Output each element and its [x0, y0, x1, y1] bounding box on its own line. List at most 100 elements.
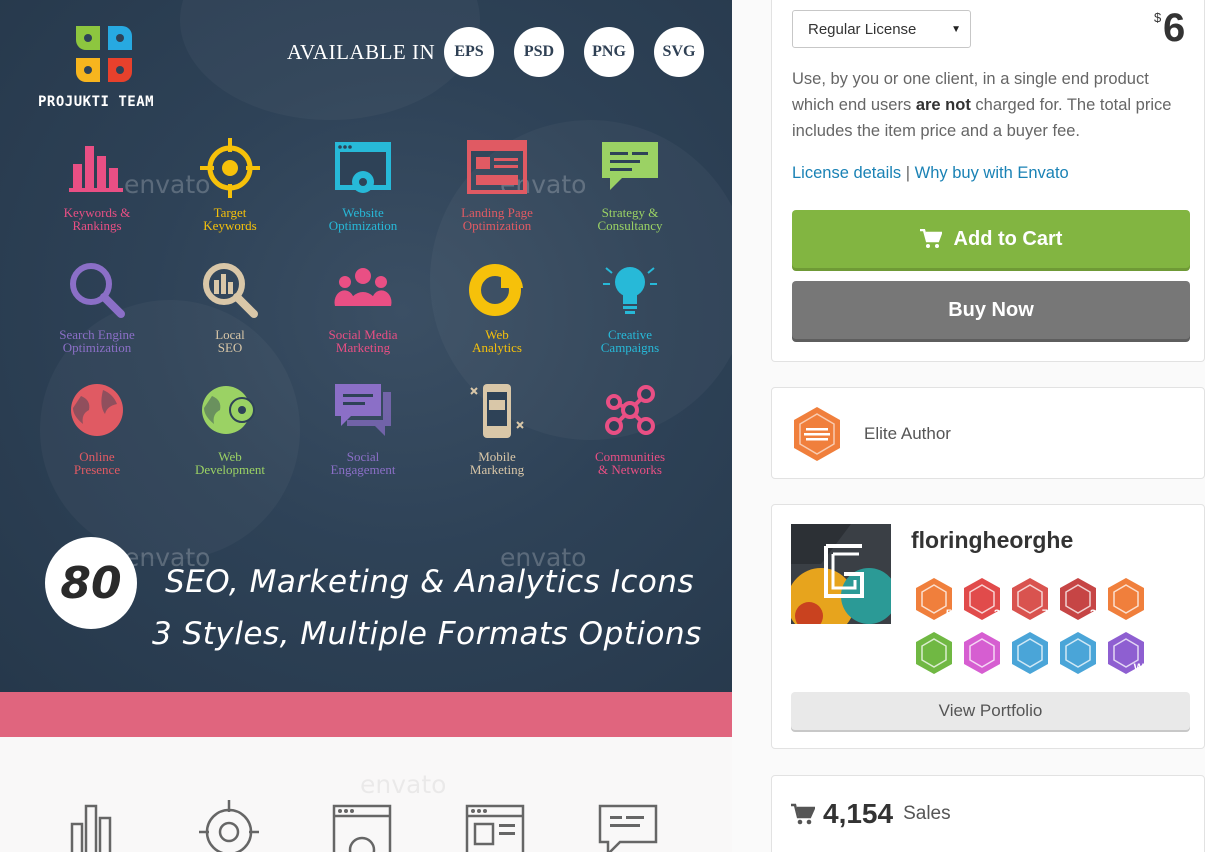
sales-number: 4,154	[823, 798, 894, 829]
author-username[interactable]: floringheorghe	[911, 527, 1073, 554]
icon-local-seo: Local SEO	[165, 260, 295, 370]
brand-name: PROJUKTI TEAM	[38, 94, 155, 110]
sales-label: Sales	[903, 803, 951, 824]
donut-chart-icon	[469, 264, 523, 316]
bolt-badge-icon[interactable]	[1058, 631, 1098, 675]
purchase-card: Regular License ▼ $ 6 Use, by you or one…	[771, 0, 1205, 362]
years-badge-icon[interactable]: 5	[914, 577, 954, 621]
rocket-badge-icon[interactable]: W	[1106, 631, 1146, 675]
badge-count: 5	[945, 608, 952, 620]
license-desc-emphasis: are not	[915, 96, 971, 114]
landing-page-icon	[467, 140, 527, 194]
buy-now-label: Buy Now	[948, 298, 1034, 321]
item-preview[interactable]: PROJUKTI TEAM AVAILABLE IN EPS PSD PNG S…	[0, 0, 732, 852]
website-gear-icon	[335, 142, 391, 193]
network-icon	[605, 385, 655, 435]
bar-chart-icon	[69, 146, 123, 192]
license-links: License details | Why buy with Envato	[792, 164, 1069, 183]
bar-chart-outline-icon	[70, 804, 112, 852]
icon-target-keywords: Target Keywords	[165, 138, 295, 248]
icon-social-media-marketing: Social Media Marketing	[298, 260, 428, 370]
sales-card: 4,154 Sales	[771, 775, 1205, 852]
cart-icon	[919, 229, 942, 248]
buy-now-button[interactable]: Buy Now	[792, 281, 1190, 339]
magnifier-icon	[70, 263, 125, 318]
website-gear-outline-icon	[332, 804, 392, 852]
icon-label: Web Development	[194, 449, 266, 477]
format-eps-badge: EPS	[444, 27, 494, 77]
icon-label: Search Engine Optimization	[59, 327, 135, 355]
why-buy-link[interactable]: Why buy with Envato	[915, 164, 1069, 182]
view-portfolio-label: View Portfolio	[938, 701, 1043, 720]
icon-label: Keywords & Rankings	[63, 205, 131, 233]
license-description: Use, by you or one client, in a single e…	[792, 66, 1192, 144]
elite-author-badge-icon	[794, 407, 840, 461]
globe-gear-icon	[202, 386, 255, 434]
icon-label: Social Engagement	[330, 449, 396, 477]
icon-label: Communities & Networks	[594, 449, 666, 477]
badge-count: 2	[1089, 608, 1096, 620]
view-portfolio-button[interactable]: View Portfolio	[791, 692, 1190, 730]
icon-online-presence: Online Presence	[32, 382, 162, 492]
icon-count-badge: 80	[45, 537, 137, 629]
bag-badge-icon[interactable]	[914, 631, 954, 675]
icon-strategy-consultancy: Strategy & Consultancy	[565, 138, 695, 248]
mobile-icon	[470, 384, 524, 438]
price-currency: $	[1154, 10, 1162, 25]
referrer-badge-icon[interactable]: 2	[962, 577, 1002, 621]
envato-watermark: envato	[360, 770, 447, 799]
outline-icons-row	[0, 800, 732, 852]
icon-label: Local SEO	[215, 327, 245, 355]
accent-strip	[0, 692, 732, 737]
icon-label: Target Keywords	[203, 205, 257, 233]
license-select[interactable]: Regular License ▼	[792, 10, 971, 48]
icon-search-engine-optimization: Search Engine Optimization	[32, 260, 162, 370]
people-icon	[334, 268, 392, 306]
icon-creative-campaigns: Creative Campaigns	[565, 260, 695, 370]
available-in-label: AVAILABLE IN	[287, 40, 436, 64]
author-avatar[interactable]	[791, 524, 891, 624]
badge-count: W	[1133, 662, 1144, 674]
elite-author-card: Elite Author	[771, 387, 1205, 479]
format-svg-badge: SVG	[654, 27, 704, 77]
badge-count: 7	[1041, 608, 1048, 620]
price-amount: 6	[1163, 6, 1186, 50]
collection-badge-icon[interactable]	[1010, 631, 1050, 675]
icon-website-optimization: Website Optimization	[298, 138, 428, 248]
add-to-cart-button[interactable]: Add to Cart	[792, 210, 1190, 268]
purchase-sidebar: Regular License ▼ $ 6 Use, by you or one…	[771, 0, 1205, 852]
author-card: floringheorghe View Portfolio 5 2 7 2 W	[771, 504, 1205, 749]
preview-banner: PROJUKTI TEAM AVAILABLE IN EPS PSD PNG S…	[0, 0, 732, 692]
target-outline-icon	[199, 800, 259, 852]
license-details-link[interactable]: License details	[792, 164, 901, 182]
icon-label: Landing Page Optimization	[461, 205, 533, 233]
icon-label: Mobile Marketing	[469, 449, 525, 477]
paw-badge-icon[interactable]: 7	[1010, 577, 1050, 621]
icon-keywords-rankings: Keywords & Rankings	[32, 138, 162, 248]
format-png-badge: PNG	[584, 27, 634, 77]
chevron-down-icon: ▼	[951, 24, 961, 35]
avatar-image	[791, 524, 891, 624]
icon-label: Website Optimization	[328, 205, 398, 233]
badge-count: 2	[993, 608, 1000, 620]
icon-landing-page: Landing Page Optimization	[432, 138, 562, 248]
elite-author-label: Elite Author	[864, 424, 951, 443]
chat-bubble-outline-icon	[598, 804, 658, 852]
icon-label: Social Media Marketing	[328, 327, 398, 355]
icon-label: Creative Campaigns	[600, 327, 660, 355]
sc-badge-icon[interactable]: 2	[1058, 577, 1098, 621]
chat-bubble-icon	[602, 142, 658, 190]
headline-line-1: SEO, Marketing & Analytics Icons	[165, 564, 695, 600]
icon-label: Web Analytics	[472, 327, 522, 355]
headline-line-2: 3 Styles, Multiple Formats Options	[152, 616, 702, 652]
sales-count: 4,154 Sales	[791, 798, 951, 830]
diamond-badge-icon[interactable]	[962, 631, 1002, 675]
cart-icon	[791, 803, 815, 825]
icon-communities-networks: Communities & Networks	[565, 382, 695, 492]
add-to-cart-label: Add to Cart	[953, 227, 1063, 250]
format-psd-badge: PSD	[514, 27, 564, 77]
elite-badge-icon[interactable]	[1106, 577, 1146, 621]
link-separator: |	[905, 164, 911, 182]
icon-social-engagement: Social Engagement	[298, 382, 428, 492]
brand-logo-icon	[76, 26, 132, 82]
